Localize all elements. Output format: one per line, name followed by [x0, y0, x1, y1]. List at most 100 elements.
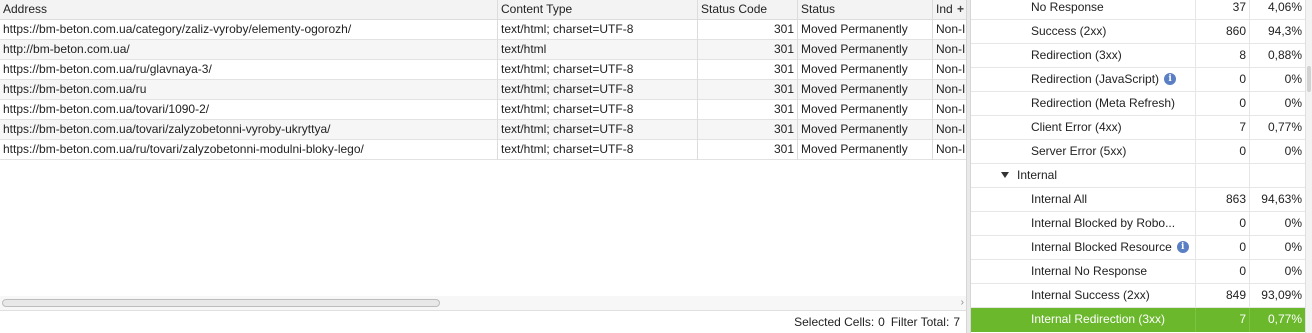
cell-status-code[interactable]: 301 [698, 60, 798, 80]
overview-row[interactable]: Internal Blocked by Robo... 0 0% [971, 212, 1305, 236]
cell-content-type[interactable]: text/html; charset=UTF-8 [498, 20, 698, 40]
overview-row-percent: 4,06% [1267, 0, 1302, 14]
table-row[interactable]: https://bm-beton.com.ua/ru/glavnaya-3/te… [0, 60, 966, 80]
overview-row-label: Success (2xx) [1031, 24, 1107, 38]
overview-row-count: 8 [1196, 44, 1250, 68]
results-table: Address Content Type Status Code Status … [0, 0, 966, 160]
cell-status-code[interactable]: 301 [698, 80, 798, 100]
cell-content-type[interactable]: text/html; charset=UTF-8 [498, 80, 698, 100]
table-row[interactable]: https://bm-beton.com.ua/tovari/zalyzobet… [0, 120, 966, 140]
vertical-scrollbar[interactable] [1305, 0, 1312, 333]
overview-row[interactable]: Server Error (5xx) 0 0% [971, 140, 1305, 164]
overview-row-percent [1250, 164, 1305, 188]
expand-toggle-icon[interactable] [1001, 171, 1009, 178]
cell-status[interactable]: Moved Permanently [798, 80, 933, 100]
cell-status-code[interactable]: 301 [698, 20, 798, 40]
cell-address[interactable]: http://bm-beton.com.ua/ [0, 40, 498, 60]
overview-row-label: Internal Blocked Resource [1031, 240, 1172, 254]
overview-row-name: Internal All [971, 188, 1196, 212]
overview-panel: No Response 37 4,06% Success (2xx) 860 94,3% R… [971, 0, 1312, 333]
overview-row-percent: 94,3% [1267, 24, 1302, 38]
overview-row[interactable]: Redirection (JavaScript) i 0 0% [971, 68, 1305, 92]
cell-indexability[interactable]: Non-I [933, 80, 966, 100]
table-row[interactable]: https://bm-beton.com.ua/ru/tovari/zalyzo… [0, 140, 966, 160]
overview-row-count: 860 [1196, 20, 1250, 44]
cell-address[interactable]: https://bm-beton.com.ua/tovari/1090-2/ [0, 100, 498, 120]
overview-row[interactable]: Internal Blocked Resource i 0 0% [971, 236, 1305, 260]
overview-row-name: Internal Redirection (3xx) [971, 308, 1196, 332]
cell-content-type[interactable]: text/html; charset=UTF-8 [498, 60, 698, 80]
cell-status[interactable]: Moved Permanently [798, 40, 933, 60]
selected-cells-value: 0 [878, 315, 885, 329]
table-row[interactable]: https://bm-beton.com.ua/ru text/html; cha… [0, 80, 966, 100]
overview-section-internal[interactable]: Internal [971, 164, 1305, 188]
cell-status-code[interactable]: 301 [698, 120, 798, 140]
overview-row-count: 0 [1196, 68, 1250, 92]
cell-status[interactable]: Moved Permanently [798, 60, 933, 80]
cell-content-type[interactable]: text/html; charset=UTF-8 [498, 120, 698, 140]
overview-row[interactable]: Internal All 863 94,63% [971, 188, 1305, 212]
cell-status-code[interactable]: 301 [698, 40, 798, 60]
overview-row-name: Internal Blocked Resource i [971, 236, 1196, 260]
overview-row-name: Internal Success (2xx) [971, 284, 1196, 308]
overview-row-label: Redirection (Meta Refresh) [1031, 96, 1176, 110]
overview-row-count: 0 [1196, 260, 1250, 284]
overview-row-count: 0 [1196, 212, 1250, 236]
cell-indexability[interactable]: Non-I [933, 60, 966, 80]
cell-address[interactable]: https://bm-beton.com.ua/tovari/zalyzobet… [0, 120, 498, 140]
cell-address[interactable]: https://bm-beton.com.ua/ru/tovari/zalyzo… [0, 140, 498, 160]
overview-row[interactable]: Internal Redirection (3xx) 7 0,77% [971, 308, 1305, 332]
cell-content-type[interactable]: text/html; charset=UTF-8 [498, 100, 698, 120]
vertical-scroll-thumb[interactable] [1307, 66, 1311, 92]
info-icon[interactable]: i [1164, 72, 1177, 85]
table-header: Address Content Type Status Code Status … [0, 0, 966, 20]
overview-row-name: No Response [971, 0, 1196, 20]
column-header-content-type[interactable]: Content Type [498, 0, 698, 20]
cell-address[interactable]: https://bm-beton.com.ua/ru [0, 80, 498, 100]
horizontal-scrollbar[interactable]: › [0, 296, 966, 310]
overview-row[interactable]: Client Error (4xx) 7 0,77% [971, 116, 1305, 140]
column-header-address[interactable]: Address [0, 0, 498, 20]
info-icon[interactable]: i [1176, 240, 1189, 253]
cell-status-code[interactable]: 301 [698, 140, 798, 160]
cell-status-code[interactable]: 301 [698, 100, 798, 120]
horizontal-scroll-thumb[interactable] [2, 299, 440, 307]
overview-row[interactable]: Internal No Response 0 0% [971, 260, 1305, 284]
cell-status[interactable]: Moved Permanently [798, 120, 933, 140]
overview-row-name: Internal No Response [971, 260, 1196, 284]
overview-row[interactable]: Internal Success (2xx) 849 93,09% [971, 284, 1305, 308]
overview-row-label: Client Error (4xx) [1031, 120, 1122, 134]
overview-row-label: Redirection (JavaScript) [1031, 72, 1160, 86]
table-row[interactable]: https://bm-beton.com.ua/tovari/1090-2/te… [0, 100, 966, 120]
overview-row-name: Internal [971, 164, 1196, 188]
overview-row-percent: 0% [1284, 72, 1302, 86]
cell-content-type[interactable]: text/html [498, 40, 698, 60]
overview-row[interactable]: Redirection (3xx) 8 0,88% [971, 44, 1305, 68]
column-header-indexability[interactable]: Ind + [933, 0, 966, 20]
table-row[interactable]: https://bm-beton.com.ua/category/zaliz-v… [0, 20, 966, 40]
cell-indexability[interactable]: Non-I [933, 20, 966, 40]
scroll-right-icon[interactable]: › [961, 296, 964, 310]
overview-row[interactable]: Success (2xx) 860 94,3% [971, 20, 1305, 44]
overview-row[interactable]: Redirection (Meta Refresh) 0 0% [971, 92, 1305, 116]
overview-row-percent: 0% [1284, 216, 1302, 230]
overview-row-count: 7 [1196, 116, 1250, 140]
add-column-icon[interactable]: + [957, 0, 964, 19]
column-header-status[interactable]: Status [798, 0, 933, 20]
cell-indexability[interactable]: Non-I [933, 140, 966, 160]
cell-address[interactable]: https://bm-beton.com.ua/ru/glavnaya-3/ [0, 60, 498, 80]
cell-indexability[interactable]: Non-I [933, 120, 966, 140]
overview-row[interactable]: No Response 37 4,06% [971, 0, 1305, 20]
cell-indexability[interactable]: Non-I [933, 40, 966, 60]
overview-row-label: Internal Redirection (3xx) [1031, 312, 1166, 326]
cell-address[interactable]: https://bm-beton.com.ua/category/zaliz-v… [0, 20, 498, 40]
table-row[interactable]: http://bm-beton.com.ua/text/html 301 Moved… [0, 40, 966, 60]
cell-indexability[interactable]: Non-I [933, 100, 966, 120]
cell-status[interactable]: Moved Permanently [798, 140, 933, 160]
column-header-status-code[interactable]: Status Code [698, 0, 798, 20]
cell-status[interactable]: Moved Permanently [798, 100, 933, 120]
overview-row-percent: 93,09% [1261, 288, 1302, 302]
overview-row-label: Internal All [1031, 192, 1088, 206]
cell-content-type[interactable]: text/html; charset=UTF-8 [498, 140, 698, 160]
cell-status[interactable]: Moved Permanently [798, 20, 933, 40]
